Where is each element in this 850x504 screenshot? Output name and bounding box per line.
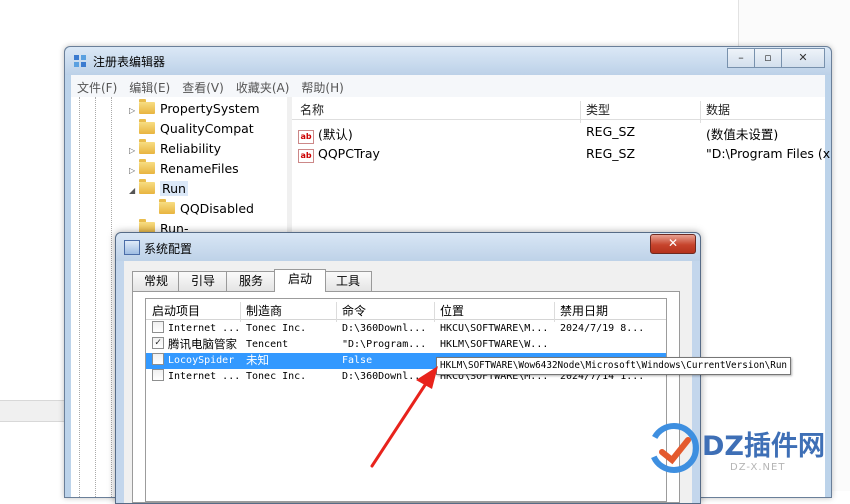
watermark: DZ插件网 DZ-X.NET (646, 420, 846, 486)
annotation-arrow-icon (370, 366, 438, 468)
watermark-subtext: DZ-X.NET (730, 462, 786, 473)
watermark-logo-icon (649, 423, 699, 473)
watermark-text: DZ插件网 (702, 431, 825, 462)
